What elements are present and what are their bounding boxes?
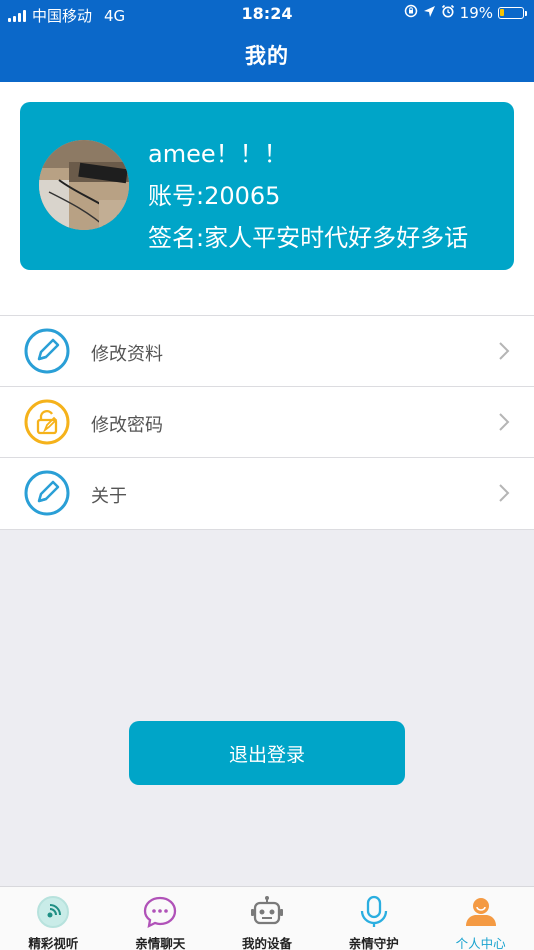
tab-bar: 精彩视听 亲情聊天 我的设备 亲情守护 个人中心 xyxy=(0,886,534,950)
chevron-right-icon xyxy=(498,341,510,361)
tab-label: 精彩视听 xyxy=(28,936,79,950)
battery-icon xyxy=(498,7,527,19)
tab-label: 亲情聊天 xyxy=(135,936,186,950)
status-right: 19% xyxy=(404,4,527,22)
tab-chat[interactable]: 亲情聊天 xyxy=(107,887,214,950)
app-header: 中国移动 4G 18:24 19% 我的 xyxy=(0,0,534,82)
robot-icon xyxy=(250,895,284,929)
person-icon xyxy=(464,895,498,929)
chat-bubble-icon xyxy=(143,895,177,929)
avatar[interactable] xyxy=(39,140,129,230)
profile-name: amee！！！ xyxy=(148,140,288,168)
profile-account: 账号:20065 xyxy=(148,182,281,210)
edit-pencil-icon xyxy=(24,328,70,374)
profile-signature: 签名:家人平安时代好多好多话 xyxy=(148,224,469,252)
location-arrow-icon xyxy=(423,5,436,22)
tab-label: 亲情守护 xyxy=(348,936,399,950)
broadcast-icon xyxy=(36,895,70,929)
menu-item-edit-profile[interactable]: 修改资料 xyxy=(0,316,534,387)
profile-card[interactable]: amee！！！ 账号:20065 签名:家人平安时代好多好多话 xyxy=(20,102,514,270)
microphone-icon xyxy=(357,895,391,929)
alarm-clock-icon xyxy=(441,4,455,22)
tab-media[interactable]: 精彩视听 xyxy=(0,887,107,950)
tab-label: 我的设备 xyxy=(241,936,292,950)
menu-item-change-password[interactable]: 修改密码 xyxy=(0,387,534,458)
chevron-right-icon xyxy=(498,483,510,503)
tab-label: 个人中心 xyxy=(455,936,506,950)
chevron-right-icon xyxy=(498,412,510,432)
edit-pencil-icon xyxy=(24,470,70,516)
menu-label: 关于 xyxy=(91,486,127,507)
page-title: 我的 xyxy=(245,44,289,68)
tab-guard[interactable]: 亲情守护 xyxy=(320,887,427,950)
menu-label: 修改密码 xyxy=(91,415,163,436)
settings-menu: 修改资料 修改密码 关于 xyxy=(0,315,534,530)
orientation-lock-icon xyxy=(404,4,418,22)
battery-level xyxy=(500,9,504,16)
logout-button[interactable]: 退出登录 xyxy=(129,721,405,785)
menu-item-about[interactable]: 关于 xyxy=(0,458,534,529)
profile-section: amee！！！ 账号:20065 签名:家人平安时代好多好多话 xyxy=(0,82,534,315)
tab-profile[interactable]: 个人中心 xyxy=(427,887,534,950)
menu-label: 修改资料 xyxy=(91,344,163,365)
lock-edit-icon xyxy=(24,399,70,445)
tab-devices[interactable]: 我的设备 xyxy=(214,887,321,950)
status-bar: 中国移动 4G 18:24 19% xyxy=(0,0,534,28)
battery-percent: 19% xyxy=(459,4,493,22)
